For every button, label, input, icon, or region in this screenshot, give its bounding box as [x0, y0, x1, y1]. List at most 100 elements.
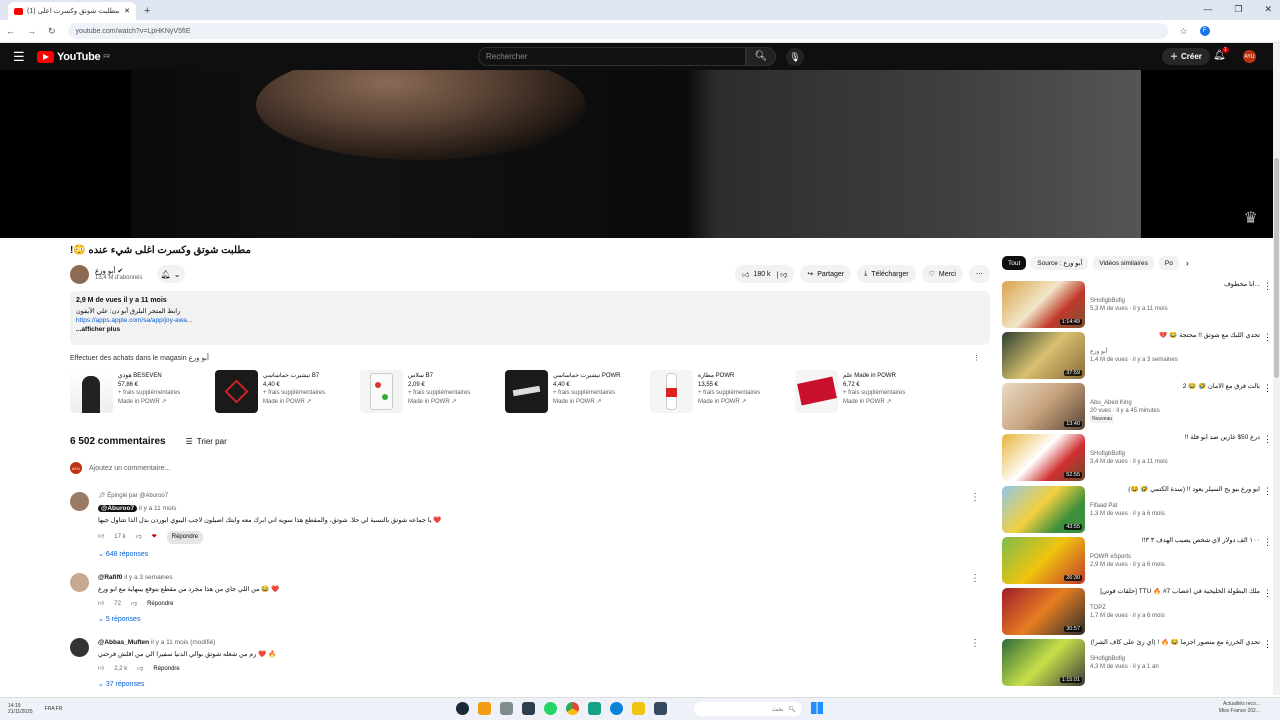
profile-icon[interactable]: F [1199, 26, 1210, 36]
search-button[interactable]: 🔍︎ [746, 47, 776, 66]
video-menu-icon[interactable]: ⋮ [1263, 537, 1272, 548]
author-handle[interactable]: @Rafif0 [98, 574, 122, 581]
comment-menu-icon[interactable]: ⋮ [970, 492, 980, 503]
description-box[interactable]: 2,9 M de vues il y a 11 mois رابط المتجر… [70, 291, 990, 345]
commenter-avatar[interactable] [70, 638, 89, 657]
video-thumbnail[interactable]: 1:15:01 [1002, 639, 1085, 686]
comment-menu-icon[interactable]: ⋮ [970, 638, 980, 649]
thanks-button[interactable]: ♡ Merci [921, 265, 963, 283]
subscription-bell-button[interactable]: 🔔︎ ⌄ [156, 265, 185, 283]
author-handle[interactable]: @Aburoo7 [98, 505, 138, 512]
product-card[interactable]: هودي BESEVEN 57,86 € + frais supplémentair… [70, 370, 215, 413]
dislike-icon[interactable]: | 👎︎ [775, 270, 788, 279]
comment-author[interactable]: @Aburoo7 il y a 11 mois [98, 504, 990, 513]
view-replies-button[interactable]: ⌄ 37 réponses [98, 680, 990, 689]
comment-author[interactable]: @Rafif0 il y a 3 semaines [98, 573, 990, 582]
close-window-icon[interactable]: ✕ [1264, 4, 1272, 15]
create-button[interactable]: ＋ Créer [1162, 48, 1210, 65]
channel-name[interactable]: أبو ورع [95, 268, 115, 275]
add-comment-input[interactable]: Ajoutez un commentaire... [89, 465, 170, 472]
like-comment-icon[interactable]: 👍︎ [98, 533, 104, 542]
product-card[interactable]: تيشيرت خماساسي POWR 4,40 € + frais supplém… [505, 370, 650, 413]
like-comment-icon[interactable]: 👍︎ [98, 665, 104, 674]
video-thumbnail[interactable]: 30:57 [1002, 588, 1085, 635]
video-player[interactable]: ♛ [0, 70, 1280, 238]
dislike-comment-icon[interactable]: 👎︎ [136, 533, 142, 542]
related-video[interactable]: 43:55 ابو ورع بيو يح السيلر يعود !! (سدة… [1002, 486, 1272, 534]
video-menu-icon[interactable]: ⋮ [1263, 486, 1272, 497]
steam-icon[interactable] [456, 702, 469, 715]
reply-button[interactable]: Répondre [147, 600, 173, 609]
app-tool-icon[interactable] [500, 702, 513, 715]
author-handle[interactable]: @Abbas_Muften [98, 639, 149, 646]
download-button[interactable]: ⤓ Télécharger [857, 265, 916, 283]
reload-icon[interactable]: ↻ [48, 26, 56, 37]
related-video[interactable]: 52:55 درع 50$ غازين ضد أبو فلة !! SHofigb… [1002, 434, 1272, 482]
video-menu-icon[interactable]: ⋮ [1263, 434, 1272, 445]
clock[interactable]: 14:19 21/11/2025 [8, 703, 33, 715]
youtube-logo[interactable]: YouTube FR [37, 50, 110, 63]
chip-similar[interactable]: Vidéos similaires [1093, 256, 1154, 270]
add-comment-row[interactable]: AYU Ajoutez un commentaire... [70, 462, 990, 474]
like-button[interactable]: 👍︎ 180 k | 👎︎ [735, 265, 795, 283]
news-widget[interactable]: Actualités reco... Miss France 202... [1219, 701, 1260, 715]
related-video[interactable]: 26:30 ١٠٠ الف دولار لأي شخص يصيب الهدف ٣… [1002, 537, 1272, 585]
chip-more[interactable]: Po [1158, 256, 1179, 270]
video-menu-icon[interactable]: ⋮ [1263, 281, 1272, 292]
comment-author[interactable]: @Abbas_Muften il y a 11 mois (modifié) [98, 638, 990, 647]
view-replies-button[interactable]: ⌄ 648 réponses [98, 550, 990, 559]
comment-menu-icon[interactable]: ⋮ [970, 573, 980, 584]
product-card[interactable]: مطارة POWR 13,55 € + frais supplémentaires… [650, 370, 795, 413]
maximize-icon[interactable]: ❐ [1234, 4, 1242, 15]
taskbar-search[interactable]: بحث 🔍︎ [694, 702, 802, 716]
description-link[interactable]: https://apps.apple.com/sa/app/joy-awa... [76, 316, 984, 325]
bookmark-icon[interactable]: ☆ [1180, 26, 1188, 37]
commenter-avatar[interactable] [70, 492, 89, 511]
video-menu-icon[interactable]: ⋮ [1263, 332, 1272, 343]
app-green-icon[interactable] [588, 702, 601, 715]
search-input[interactable]: Rechercher [478, 47, 746, 66]
product-card[interactable]: تيشيرت خماساسي B7 4,40 € + frais supplémen… [215, 370, 360, 413]
product-card[interactable]: سلاس B7 2,09 € + frais supplémentaires Made… [360, 370, 505, 413]
dislike-comment-icon[interactable]: 👎︎ [131, 600, 137, 609]
product-card[interactable]: علم Made in POWR 6,72 € + frais supplément… [795, 370, 940, 413]
scrollbar-thumb[interactable] [1274, 158, 1279, 378]
new-tab-icon[interactable]: + [144, 5, 150, 17]
chip-source[interactable]: Source : أبو ورع [1031, 256, 1089, 270]
chip-all[interactable]: Tout [1002, 256, 1027, 270]
related-video[interactable]: 37:59 تحدي اللبك مع شوتق !! محتجة 😂 💔 أبو… [1002, 332, 1272, 380]
page-scrollbar[interactable] [1273, 43, 1280, 695]
minimize-icon[interactable]: — [1203, 4, 1212, 15]
video-thumbnail[interactable]: 52:55 [1002, 434, 1085, 481]
reply-button[interactable]: Répondre [166, 531, 204, 544]
channel-avatar[interactable] [70, 264, 89, 284]
voice-search-button[interactable]: 🎙︎ [786, 48, 804, 66]
video-thumbnail[interactable]: 26:30 [1002, 537, 1085, 584]
shop-more-icon[interactable]: ⋮ [973, 354, 980, 362]
video-thumbnail[interactable]: 43:55 [1002, 486, 1085, 533]
video-menu-icon[interactable]: ⋮ [1263, 588, 1272, 599]
chrome-icon[interactable] [566, 702, 579, 715]
forward-icon[interactable]: → [27, 26, 36, 36]
related-video[interactable]: 1:14:49 ...أنا مخطوف SHofigbBofig 5,3 M de… [1002, 281, 1272, 329]
reply-button[interactable]: Répondre [153, 665, 179, 674]
video-thumbnail[interactable]: 13:40 [1002, 383, 1085, 430]
video-thumbnail[interactable]: 37:59 [1002, 332, 1085, 379]
view-replies-button[interactable]: ⌄ 5 réponses [98, 615, 990, 624]
show-more-link[interactable]: ...afficher plus [76, 325, 984, 334]
app-download-icon[interactable] [522, 702, 535, 715]
commenter-avatar[interactable] [70, 573, 89, 592]
video-thumbnail[interactable]: 1:14:49 [1002, 281, 1085, 328]
video-menu-icon[interactable]: ⋮ [1263, 383, 1272, 394]
channel-watermark-icon[interactable]: ♛ [1244, 208, 1258, 228]
more-actions-button[interactable]: ⋯ [969, 265, 990, 283]
browser-tab[interactable]: (1) مطلبت شوتق وكسرت اعلى... ✕ [8, 2, 136, 20]
related-video[interactable]: 13:40 بالت فرق مع الأمان 🤣 😂 2 Abu_Abed K… [1002, 383, 1272, 431]
url-field[interactable]: youtube.com/watch?v=LpHKNyV5fIE [67, 23, 1168, 39]
share-button[interactable]: ↪ Partager [800, 265, 852, 283]
app-a-icon[interactable] [478, 702, 491, 715]
account-avatar[interactable]: AYU [1243, 50, 1256, 63]
chevron-right-icon[interactable]: › [1186, 258, 1189, 268]
back-icon[interactable]: ← [6, 26, 15, 36]
hamburger-menu-icon[interactable]: ☰ [13, 49, 33, 65]
